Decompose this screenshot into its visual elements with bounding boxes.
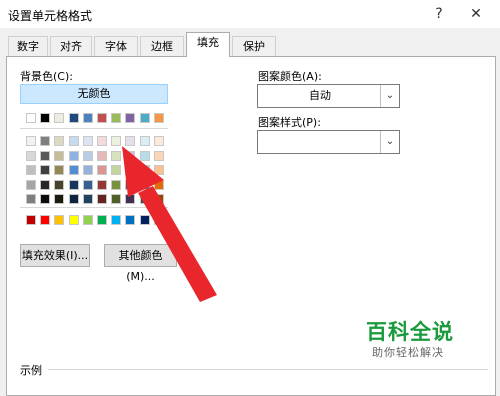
tab-fill[interactable]: 填充 — [186, 32, 230, 57]
annotation-arrow-icon — [122, 146, 217, 302]
